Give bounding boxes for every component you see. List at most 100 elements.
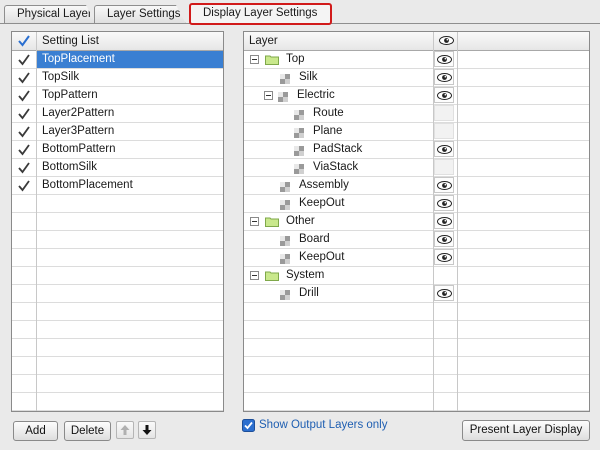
row-checkbox[interactable] bbox=[17, 125, 31, 139]
row-checkbox[interactable] bbox=[17, 143, 31, 157]
show-output-layers-checkbox[interactable] bbox=[242, 419, 255, 432]
empty-row bbox=[12, 357, 223, 375]
tab-display-layer-settings[interactable]: Display Layer Settings bbox=[189, 3, 332, 25]
tab-layer-settings[interactable]: Layer Settings bbox=[94, 5, 186, 24]
add-button[interactable]: Add bbox=[13, 421, 58, 441]
visibility-eye-icon[interactable] bbox=[434, 141, 454, 157]
setting-list-row[interactable]: TopSilk bbox=[12, 69, 223, 87]
empty-row bbox=[12, 267, 223, 285]
layer-tree-label: Plane bbox=[313, 125, 343, 137]
setting-list-row[interactable]: TopPlacement bbox=[12, 51, 223, 69]
visibility-eye-icon[interactable] bbox=[434, 231, 454, 247]
empty-row bbox=[12, 375, 223, 393]
visibility-toggle[interactable] bbox=[434, 105, 454, 121]
empty-row bbox=[244, 321, 589, 339]
layer-tree-row[interactable]: Board bbox=[244, 231, 589, 249]
layer-tree-row[interactable]: PadStack bbox=[244, 141, 589, 159]
layer-icon bbox=[294, 127, 304, 138]
layer-tree-row[interactable]: Route bbox=[244, 105, 589, 123]
visibility-eye-icon[interactable] bbox=[434, 249, 454, 265]
visibility-eye-icon[interactable] bbox=[434, 87, 454, 103]
show-output-layers-label[interactable]: Show Output Layers only bbox=[259, 418, 388, 433]
empty-row bbox=[12, 231, 223, 249]
layer-tree-label: Assembly bbox=[299, 179, 349, 191]
folder-icon bbox=[265, 270, 279, 281]
visibility-toggle[interactable] bbox=[434, 123, 454, 139]
empty-row bbox=[244, 393, 589, 411]
layer-tree-label: KeepOut bbox=[299, 251, 345, 263]
setting-list-row[interactable]: BottomPattern bbox=[12, 141, 223, 159]
folder-icon bbox=[265, 54, 279, 65]
setting-list-row[interactable]: BottomPlacement bbox=[12, 177, 223, 195]
present-layer-display-button[interactable]: Present Layer Display bbox=[462, 420, 590, 441]
layer-tree-row[interactable]: Plane bbox=[244, 123, 589, 141]
layer-icon bbox=[280, 181, 290, 192]
row-checkbox[interactable] bbox=[17, 53, 31, 67]
layer-tree-row[interactable]: KeepOut bbox=[244, 249, 589, 267]
empty-row bbox=[12, 303, 223, 321]
layer-tree-row[interactable]: Other bbox=[244, 213, 589, 231]
layer-tree-label: Other bbox=[286, 215, 315, 227]
layer-tree-row[interactable]: Top bbox=[244, 51, 589, 69]
visibility-eye-icon[interactable] bbox=[434, 51, 454, 67]
setting-list-row[interactable]: BottomSilk bbox=[12, 159, 223, 177]
layer-tree-row[interactable]: Electric bbox=[244, 87, 589, 105]
layer-tree-row[interactable]: Silk bbox=[244, 69, 589, 87]
row-checkbox[interactable] bbox=[17, 179, 31, 193]
visibility-eye-icon[interactable] bbox=[434, 177, 454, 193]
visibility-eye-icon[interactable] bbox=[434, 69, 454, 85]
arrow-up-icon bbox=[120, 425, 130, 435]
setting-list-row[interactable]: Layer2Pattern bbox=[12, 105, 223, 123]
column-divider bbox=[36, 32, 37, 411]
setting-list-column-header: Setting List bbox=[42, 35, 99, 47]
setting-list-item-label: Layer2Pattern bbox=[42, 107, 115, 119]
setting-list-item-label: Layer3Pattern bbox=[42, 125, 115, 137]
empty-row bbox=[244, 339, 589, 357]
setting-list-panel: Setting List TopPlacement TopSilk TopPatte… bbox=[11, 31, 224, 412]
setting-list-item-label: TopSilk bbox=[42, 71, 80, 83]
select-all-checkbox[interactable] bbox=[17, 34, 31, 48]
layer-icon bbox=[280, 199, 290, 210]
setting-list-item-label: BottomPlacement bbox=[42, 179, 133, 191]
row-checkbox[interactable] bbox=[17, 161, 31, 175]
visibility-toggle[interactable] bbox=[434, 159, 454, 175]
layer-tree-row[interactable]: Drill bbox=[244, 285, 589, 303]
visibility-eye-icon[interactable] bbox=[434, 195, 454, 211]
row-checkbox[interactable] bbox=[17, 71, 31, 85]
setting-list-row[interactable]: TopPattern bbox=[12, 87, 223, 105]
setting-list-row[interactable]: Layer3Pattern bbox=[12, 123, 223, 141]
row-checkbox[interactable] bbox=[17, 107, 31, 121]
layer-tree-label: System bbox=[286, 269, 325, 281]
layer-tree-label: Top bbox=[286, 53, 305, 65]
layer-icon bbox=[280, 289, 290, 300]
empty-row bbox=[12, 393, 223, 411]
setting-list-item-label: BottomSilk bbox=[42, 161, 97, 173]
layer-tree-row[interactable]: System bbox=[244, 267, 589, 285]
setting-list-item-label: BottomPattern bbox=[42, 143, 116, 155]
visibility-eye-icon[interactable] bbox=[434, 285, 454, 301]
layer-icon bbox=[280, 73, 290, 84]
layer-tree-row[interactable]: KeepOut bbox=[244, 195, 589, 213]
empty-row bbox=[244, 303, 589, 321]
empty-row bbox=[244, 357, 589, 375]
collapse-toggle-icon[interactable] bbox=[250, 271, 259, 280]
layer-tree-row[interactable]: Assembly bbox=[244, 177, 589, 195]
empty-row bbox=[12, 195, 223, 213]
column-divider bbox=[433, 32, 434, 411]
collapse-toggle-icon[interactable] bbox=[250, 55, 259, 64]
visibility-eye-icon[interactable] bbox=[434, 213, 454, 229]
move-up-button[interactable] bbox=[116, 421, 134, 439]
delete-button[interactable]: Delete bbox=[64, 421, 111, 441]
visibility-column-eye-icon bbox=[436, 34, 456, 48]
layer-tree-row[interactable]: ViaStack bbox=[244, 159, 589, 177]
row-checkbox[interactable] bbox=[17, 89, 31, 103]
layer-icon bbox=[280, 235, 290, 246]
move-down-button[interactable] bbox=[138, 421, 156, 439]
tab-physical-layer[interactable]: Physical Layer bbox=[4, 5, 96, 24]
collapse-toggle-icon[interactable] bbox=[264, 91, 273, 100]
collapse-toggle-icon[interactable] bbox=[250, 217, 259, 226]
setting-list-item-label: TopPlacement bbox=[37, 51, 223, 68]
empty-row bbox=[12, 339, 223, 357]
empty-row bbox=[12, 321, 223, 339]
layer-column-header: Layer bbox=[249, 35, 278, 47]
